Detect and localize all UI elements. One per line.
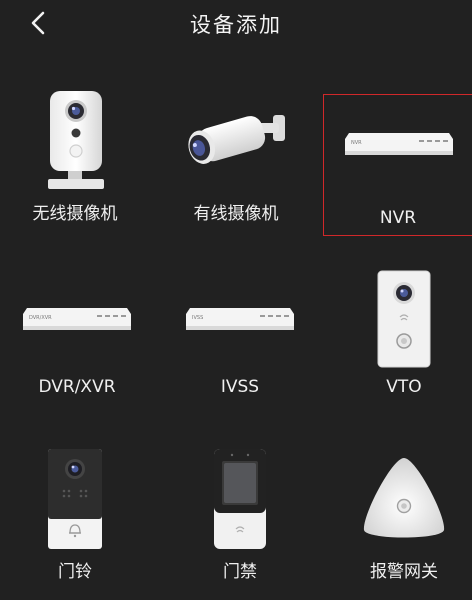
device-label: IVSS	[220, 377, 260, 397]
ivss-device-text: IVSS	[192, 315, 203, 321]
device-label: NVR	[379, 208, 417, 228]
device-label: DVR/XVR	[38, 377, 116, 397]
wired-camera-icon	[188, 115, 285, 164]
device-option-ivss[interactable]: IVSS IVSS	[165, 264, 315, 412]
device-label: VTO	[386, 377, 422, 397]
nvr-icon: NVR	[345, 133, 453, 155]
device-option-access-control[interactable]: 门禁	[165, 444, 315, 592]
vto-icon	[377, 270, 431, 368]
doorbell-icon	[48, 449, 102, 549]
device-option-dvr-xvr[interactable]: DVR/XVR DVR/XVR	[2, 264, 152, 412]
device-label: 报警网关	[370, 562, 438, 582]
device-option-nvr[interactable]: NVR NVR	[323, 94, 472, 236]
dvr-xvr-icon: DVR/XVR	[23, 308, 131, 330]
device-label: 门禁	[223, 562, 257, 582]
device-option-wireless-camera[interactable]: 无线摄像机	[0, 86, 150, 234]
device-option-doorbell[interactable]: 门铃	[0, 444, 150, 592]
wireless-camera-icon	[48, 91, 104, 189]
page-title: 设备添加	[190, 13, 282, 37]
nvr-device-text: NVR	[351, 140, 362, 146]
device-label: 无线摄像机	[32, 204, 118, 224]
dvr-device-text: DVR/XVR	[29, 315, 52, 321]
device-option-vto[interactable]: VTO	[329, 264, 472, 412]
device-label: 有线摄像机	[193, 204, 279, 224]
ivss-icon: IVSS	[186, 308, 294, 330]
access-control-icon	[214, 449, 266, 549]
device-option-alarm-gateway[interactable]: 报警网关	[329, 444, 472, 592]
device-option-wired-camera[interactable]: 有线摄像机	[161, 86, 311, 234]
device-label: 门铃	[58, 562, 92, 582]
alarm-gateway-icon	[363, 458, 445, 538]
header-bar: 设备添加	[0, 0, 472, 46]
